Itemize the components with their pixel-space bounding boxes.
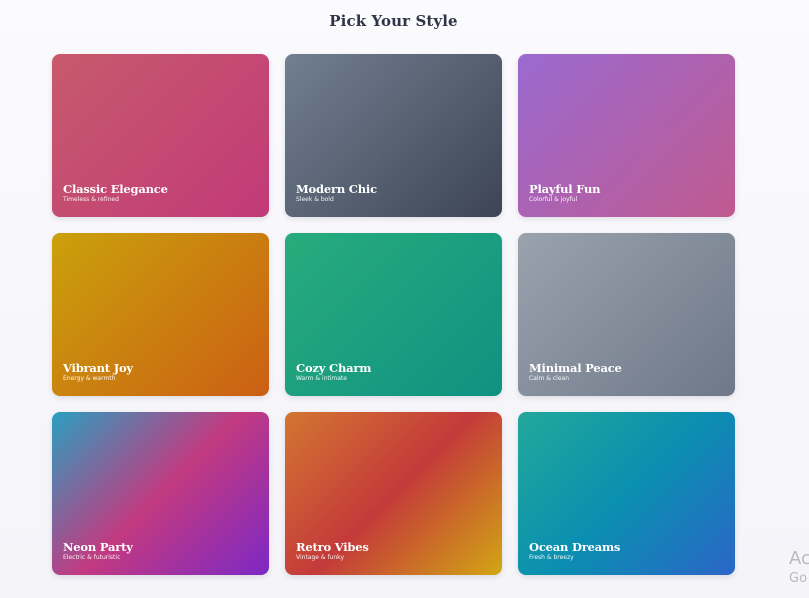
card-title: Retro Vibes [296,540,369,554]
page-title: Pick Your Style [329,12,458,30]
watermark-line-1: Ac [789,548,809,569]
watermark-line-2: Go [789,571,808,586]
style-grid: Classic Elegance Timeless & refined Mode… [52,54,735,575]
card-title: Neon Party [63,540,133,554]
card-title: Ocean Dreams [529,540,621,554]
card-subtitle: Fresh & breezy [529,554,574,561]
card-text: Vibrant Joy Energy & warmth [63,361,133,383]
card-title: Modern Chic [296,182,377,196]
card-text: Retro Vibes Vintage & funky [296,540,369,562]
card-subtitle: Sleek & bold [296,196,334,203]
style-card-retro-vibes[interactable]: Retro Vibes Vintage & funky [285,412,502,575]
card-subtitle: Warm & intimate [296,375,347,382]
card-subtitle: Colorful & joyful [529,196,578,203]
card-text: Modern Chic Sleek & bold [296,182,377,204]
card-text: Neon Party Electric & futuristic [63,540,133,562]
card-subtitle: Energy & warmth [63,375,116,382]
style-card-playful-fun[interactable]: Playful Fun Colorful & joyful [518,54,735,217]
card-text: Ocean Dreams Fresh & breezy [529,540,620,562]
card-subtitle: Timeless & refined [63,196,119,203]
card-subtitle: Vintage & funky [296,554,344,561]
card-title: Cozy Charm [296,361,372,375]
card-text: Playful Fun Colorful & joyful [529,182,601,204]
card-subtitle: Calm & clean [529,375,570,382]
card-text: Minimal Peace Calm & clean [529,361,622,383]
style-card-cozy-charm[interactable]: Cozy Charm Warm & intimate [285,233,502,396]
card-title: Playful Fun [529,182,601,196]
card-title: Minimal Peace [529,361,622,375]
style-card-modern-chic[interactable]: Modern Chic Sleek & bold [285,54,502,217]
activation-watermark: Ac Go [789,548,809,588]
card-text: Cozy Charm Warm & intimate [296,361,371,383]
card-subtitle: Electric & futuristic [63,554,121,561]
style-card-neon-party[interactable]: Neon Party Electric & futuristic [52,412,269,575]
style-card-minimal-peace[interactable]: Minimal Peace Calm & clean [518,233,735,396]
style-card-classic-elegance[interactable]: Classic Elegance Timeless & refined [52,54,269,217]
card-text: Classic Elegance Timeless & refined [63,182,168,204]
style-card-ocean-dreams[interactable]: Ocean Dreams Fresh & breezy [518,412,735,575]
card-title: Classic Elegance [63,182,168,196]
style-picker-page: Pick Your Style Classic Elegance Timeles… [0,0,809,598]
card-title: Vibrant Joy [63,361,133,375]
style-card-vibrant-joy[interactable]: Vibrant Joy Energy & warmth [52,233,269,396]
